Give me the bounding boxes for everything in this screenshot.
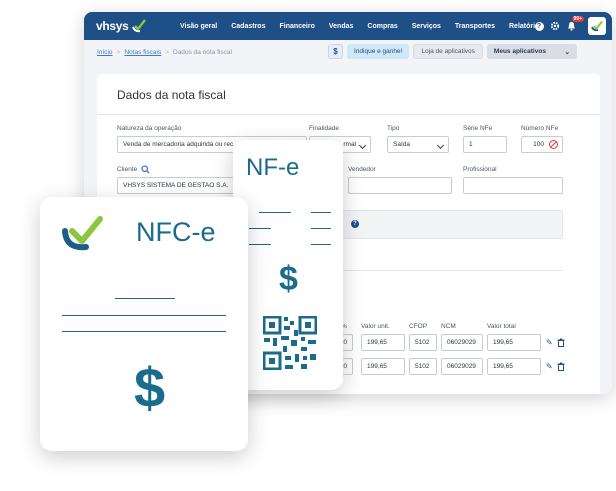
tipo-select[interactable]: Saída	[387, 136, 449, 153]
nav-item-cadastros[interactable]: Cadastros	[231, 23, 265, 30]
nfe-line	[259, 212, 291, 213]
header-valor-total: Valor total	[487, 323, 516, 330]
row2-total[interactable]: 199,65	[487, 358, 541, 375]
nfce-line	[62, 331, 226, 332]
row2-unit[interactable]: 199,65	[361, 358, 405, 375]
serie-label: Série NFe	[463, 125, 493, 132]
breadcrumb-current: Dados da nota fiscal	[173, 49, 232, 56]
sub-actions: $ Indique e ganhe! Loja de aplicativos M…	[328, 44, 577, 59]
sub-toolbar: Início > Notas fiscais > Dados da nota fisca…	[84, 40, 612, 68]
cliente-label: Cliente	[117, 166, 138, 173]
nfce-title: NFC-e	[136, 217, 216, 247]
nfe-document-card: NF-e $	[233, 140, 343, 390]
my-apps-dropdown[interactable]: Meus aplicativos ⌄	[486, 44, 577, 59]
serie-input[interactable]: 1	[463, 136, 507, 153]
block-icon	[549, 140, 558, 149]
stage: vhsys Visão geral Cadastros Financeiro V…	[0, 0, 616, 491]
nav-item-compras[interactable]: Compras	[367, 23, 397, 30]
section-divider	[329, 270, 563, 271]
nfce-dollar-icon: $	[134, 356, 166, 419]
vhsys-check-logo-icon	[62, 216, 103, 251]
row1-total[interactable]: 199,65	[487, 334, 541, 351]
brand-check-icon	[131, 19, 146, 33]
app-store-button[interactable]: Loja de aplicativos	[413, 44, 483, 59]
vendedor-label: Vendedor	[348, 166, 376, 173]
row2-ncm[interactable]: 06029029	[441, 358, 483, 375]
header-cfop: CFOP	[409, 323, 428, 330]
nfe-dollar-icon: $	[279, 260, 298, 298]
help-icon[interactable]: ?	[351, 220, 359, 228]
numero-value: 100	[533, 141, 544, 148]
nav-item-visao-geral[interactable]: Visão geral	[180, 23, 217, 30]
numero-input[interactable]: 100	[521, 136, 563, 153]
nav-icons: ? 99+	[534, 15, 606, 37]
chevron-down-icon: ⌄	[564, 48, 570, 56]
header-valor-unit: Valor unit.	[361, 323, 390, 330]
nfce-line	[115, 298, 175, 299]
search-icon[interactable]	[141, 165, 150, 174]
breadcrumb: Início > Notas fiscais > Dados da nota fisca…	[97, 49, 232, 56]
dollar-button[interactable]: $	[328, 44, 343, 59]
natureza-label: Natureza da operação	[117, 125, 182, 132]
trash-icon[interactable]	[557, 362, 565, 371]
title-divider	[97, 114, 600, 115]
bell-icon[interactable]: 99+	[566, 16, 584, 31]
gear-icon[interactable]	[550, 21, 560, 31]
info-box	[329, 210, 563, 239]
page-title: Dados da nota fiscal	[117, 88, 226, 102]
edit-icon[interactable]: ✎	[546, 338, 553, 347]
row1-ncm[interactable]: 06029029	[441, 334, 483, 351]
header-ncm: NCM	[441, 323, 456, 330]
top-navigation: vhsys Visão geral Cadastros Financeiro V…	[84, 12, 612, 40]
nfce-line	[62, 315, 226, 316]
refer-button[interactable]: Indique e ganhe!	[347, 44, 410, 59]
nfe-line	[311, 228, 331, 229]
user-avatar-check-icon	[591, 20, 603, 32]
brand-name: vhsys	[96, 19, 129, 33]
trash-icon[interactable]	[557, 338, 565, 347]
help-icon[interactable]: ?	[534, 21, 544, 31]
nav-item-financeiro[interactable]: Financeiro	[279, 23, 314, 30]
nfe-line	[249, 244, 271, 245]
nav-item-servicos[interactable]: Serviços	[412, 23, 441, 30]
profissional-input[interactable]	[463, 177, 563, 194]
nav-item-transportes[interactable]: Transportes	[455, 23, 495, 30]
nfe-line	[311, 244, 331, 245]
nav-menu: Visão geral Cadastros Financeiro Vendas …	[180, 12, 557, 40]
breadcrumb-separator: >	[116, 49, 121, 56]
profissional-label: Profissional	[463, 166, 497, 173]
notification-count: 99+	[571, 16, 584, 22]
breadcrumb-inicio[interactable]: Início	[97, 49, 113, 56]
nfe-line	[311, 212, 331, 213]
row1-unit[interactable]: 199,65	[361, 334, 405, 351]
my-apps-label: Meus aplicativos	[493, 48, 546, 55]
row2-cfop[interactable]: 5102	[409, 358, 437, 375]
row1-cfop[interactable]: 5102	[409, 334, 437, 351]
vendedor-input[interactable]	[348, 177, 452, 194]
numero-label: Número NFe	[521, 125, 559, 132]
finalidade-label: Finalidade	[309, 125, 339, 132]
user-avatar[interactable]	[588, 17, 606, 35]
brand-logo[interactable]: vhsys	[96, 17, 147, 35]
breadcrumb-separator: >	[165, 49, 169, 56]
edit-icon[interactable]: ✎	[546, 362, 553, 371]
nfe-title: NF-e	[246, 154, 300, 181]
nav-item-vendas[interactable]: Vendas	[329, 23, 354, 30]
nfce-document-card: NFC-e $	[40, 197, 248, 451]
qr-code-icon	[263, 316, 317, 370]
nfe-line	[249, 228, 271, 229]
tipo-label: Tipo	[387, 125, 400, 132]
breadcrumb-notas-fiscais[interactable]: Notas fiscais	[124, 49, 161, 56]
